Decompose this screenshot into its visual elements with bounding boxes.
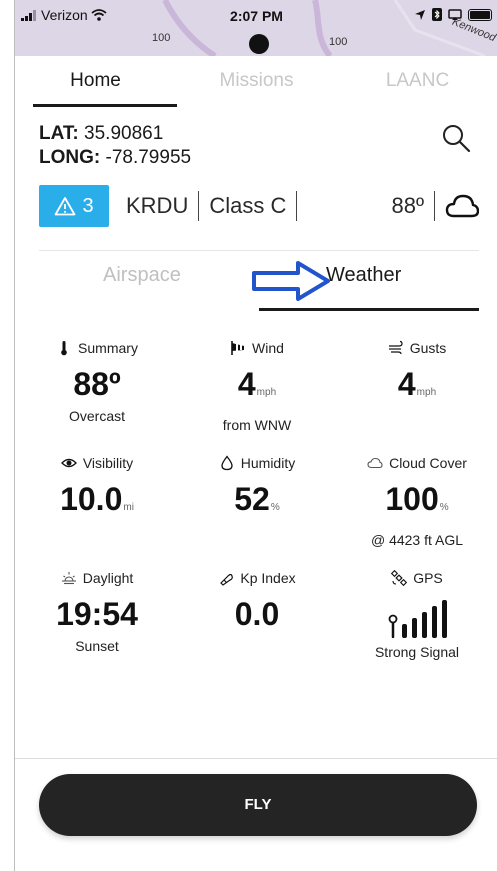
separator xyxy=(296,191,298,221)
wind-direction: from WNW xyxy=(222,417,292,433)
airspace-info-row: 3 KRDU Class C 88º xyxy=(39,184,479,228)
signal-bar xyxy=(441,600,447,638)
gusts-value: 4 xyxy=(397,366,416,402)
weather-humidity: Humidity 52% xyxy=(177,453,337,526)
wind-unit: mph xyxy=(256,387,277,398)
cloud-ceiling: @ 4423 ft AGL xyxy=(370,532,464,548)
battery-icon xyxy=(468,8,492,21)
wind-value: 4 xyxy=(237,366,256,402)
magnet-icon xyxy=(220,573,234,586)
humidity-label: Humidity xyxy=(240,455,296,471)
gusts-label: Gusts xyxy=(409,340,447,356)
gps-strength: Strong Signal xyxy=(374,644,460,660)
search-icon[interactable] xyxy=(441,123,471,153)
eye-icon xyxy=(60,458,77,468)
location-arrow-icon xyxy=(415,9,425,20)
tab-missions[interactable]: Missions xyxy=(176,56,337,108)
kp-index-value: 0.0 xyxy=(234,596,280,632)
long-value: -78.79955 xyxy=(105,147,192,168)
visibility-label: Visibility xyxy=(82,455,134,471)
humidity-value: 52 xyxy=(234,481,270,517)
weather-gusts: Gusts 4mph xyxy=(337,338,497,411)
latitude-row: LAT: 35.90861 xyxy=(39,122,191,146)
cloud-icon xyxy=(367,457,383,469)
weather-cloud-cover: Cloud Cover 100% @ 4423 ft AGL xyxy=(337,453,497,548)
tab-laanc[interactable]: LAANC xyxy=(337,56,497,108)
summary-label: Summary xyxy=(78,340,138,356)
droplet-icon xyxy=(221,455,233,471)
signal-bar xyxy=(431,606,437,638)
visibility-unit: mi xyxy=(123,502,134,513)
weather-visibility: Visibility 10.0mi xyxy=(17,453,177,526)
advisory-count: 3 xyxy=(82,194,94,217)
cloud-cover-unit: % xyxy=(439,502,449,513)
weather-summary: Summary 88º Overcast xyxy=(17,338,177,424)
daylight-event: Sunset xyxy=(75,638,119,654)
long-label: LONG: xyxy=(39,147,101,168)
weather-kp-index: Kp Index 0.0 xyxy=(177,568,337,632)
tab-weather[interactable]: Weather xyxy=(326,264,401,287)
map-label: 100 xyxy=(152,32,171,44)
active-subtab-indicator xyxy=(259,308,479,311)
airport-code: KRDU xyxy=(126,193,189,218)
fly-button[interactable]: FLY xyxy=(39,774,477,836)
active-tab-indicator xyxy=(33,104,177,107)
map-label: 100 xyxy=(329,36,348,48)
coordinates: LAT: 35.90861 LONG: -78.79955 xyxy=(39,122,191,170)
lat-value: 35.90861 xyxy=(84,123,164,144)
weather-gps: GPS Strong Signal xyxy=(337,568,497,660)
warning-icon xyxy=(55,197,76,216)
gust-icon xyxy=(388,340,403,355)
daylight-label: Daylight xyxy=(82,570,134,586)
divider xyxy=(39,250,479,251)
daylight-value: 19:54 xyxy=(56,596,138,632)
windsock-icon xyxy=(231,341,245,355)
status-bar: 100 100 Kenwood Verizon 2:07 PM xyxy=(15,0,497,56)
weather-daylight: Daylight 19:54 Sunset xyxy=(17,568,177,654)
arrow-annotation-icon xyxy=(252,261,330,301)
app-screen: 100 100 Kenwood Verizon 2:07 PM Home Mis… xyxy=(14,0,497,871)
signal-bar xyxy=(421,612,427,638)
gps-signal xyxy=(337,594,497,638)
weather-wind: Wind 4mph from WNW xyxy=(177,338,337,433)
cloud-cover-label: Cloud Cover xyxy=(389,455,467,471)
tab-home[interactable]: Home xyxy=(15,56,176,108)
cloud-icon xyxy=(445,194,479,218)
current-temperature: 88º xyxy=(391,193,424,218)
signal-bars-icon xyxy=(401,598,447,638)
location-pin-icon xyxy=(388,614,397,638)
cloud-cover-value: 100 xyxy=(385,481,439,517)
satellite-icon xyxy=(391,570,408,586)
airspace-class: Class C xyxy=(209,193,287,218)
gusts-unit: mph xyxy=(416,387,437,398)
summary-value: 88º xyxy=(73,366,121,402)
thermometer-icon xyxy=(61,341,67,356)
wind-label: Wind xyxy=(252,340,284,356)
summary-condition: Overcast xyxy=(68,408,125,424)
kp-index-label: Kp Index xyxy=(240,570,296,586)
status-icons xyxy=(414,8,492,21)
lat-label: LAT: xyxy=(39,123,79,144)
bluetooth-icon xyxy=(432,8,442,21)
screen-mirror-icon xyxy=(448,8,462,20)
longitude-row: LONG: -78.79955 xyxy=(39,146,191,170)
visibility-value: 10.0 xyxy=(60,481,123,517)
gps-label: GPS xyxy=(413,570,443,586)
signal-bar xyxy=(411,618,417,638)
divider xyxy=(15,758,497,759)
tab-airspace[interactable]: Airspace xyxy=(103,264,181,287)
advisory-badge[interactable]: 3 xyxy=(39,185,109,227)
separator xyxy=(198,191,200,221)
separator xyxy=(434,191,435,221)
main-tabs: Home Missions LAANC xyxy=(15,56,497,108)
humidity-unit: % xyxy=(270,502,280,513)
signal-bar xyxy=(401,624,407,638)
sunset-icon xyxy=(61,572,76,585)
